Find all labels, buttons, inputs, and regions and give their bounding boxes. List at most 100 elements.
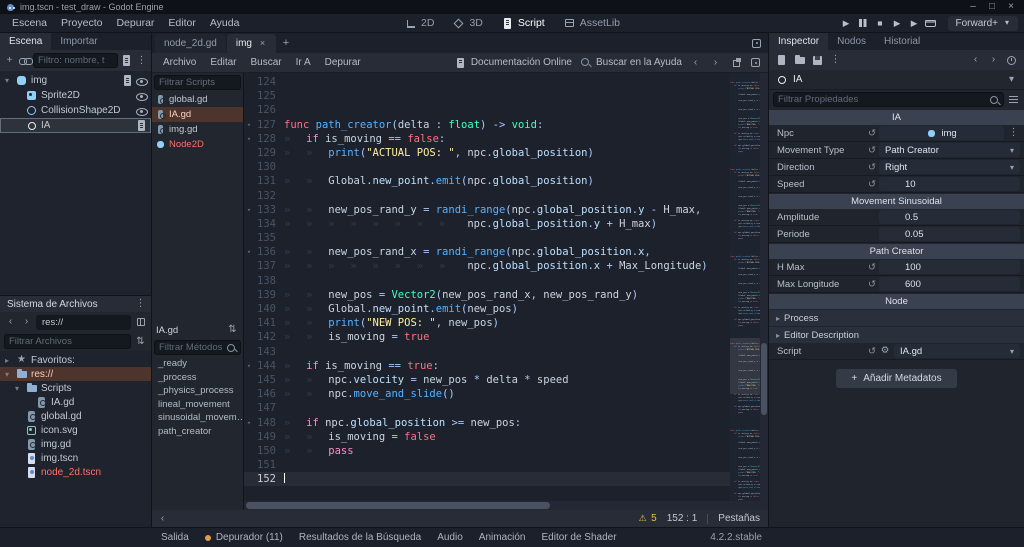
property-editor-number[interactable]: 0.5 (879, 210, 1020, 224)
revert-icon[interactable]: ↺ (865, 162, 879, 173)
code-text[interactable]: »» pass (284, 444, 730, 458)
back-icon[interactable]: ‹ (689, 56, 702, 69)
property-editor-select[interactable]: Right ▾ (879, 160, 1020, 174)
scripts-filter-input[interactable] (159, 77, 236, 88)
property-group-process[interactable]: ▸ Process (769, 310, 1024, 326)
sort-icon[interactable]: ⇅ (226, 324, 239, 337)
inspector-tab-nodos[interactable]: Nodos (828, 33, 875, 50)
sort-icon[interactable]: ⇅ (134, 335, 147, 348)
tree-item-favoritos[interactable]: ▸ ★ Favoritos: (0, 353, 151, 367)
methods-filter[interactable] (154, 339, 241, 355)
code-line-146[interactable]: 146 »» npc.move_and_slide() (244, 387, 730, 401)
vertical-scrollbar-thumb[interactable] (761, 342, 767, 415)
filesystem-filter-input[interactable] (9, 336, 126, 347)
context-2d[interactable]: 2D (395, 14, 443, 32)
property-editor-select[interactable]: Path Creator ▾ (879, 143, 1020, 157)
code-text[interactable]: » if npc.global_position >= new_pos: (284, 416, 730, 430)
code-text[interactable]: »» is_moving = false (284, 430, 730, 444)
back-icon[interactable]: ‹ (156, 512, 169, 525)
code-line-126[interactable]: 126 (244, 103, 730, 117)
back-icon[interactable]: ‹ (4, 316, 17, 329)
split-view-icon[interactable] (134, 316, 147, 329)
more-icon[interactable]: ⋮ (1007, 127, 1020, 140)
scene-tab-img[interactable]: img × (226, 34, 276, 53)
script-icon[interactable] (120, 54, 133, 67)
code-line-149[interactable]: 149 »» is_moving = false (244, 430, 730, 444)
scene-filter[interactable] (33, 53, 118, 68)
menu-ayuda[interactable]: Ayuda (203, 17, 247, 29)
code-text[interactable] (284, 160, 730, 174)
revert-icon[interactable]: ↺ (865, 128, 879, 139)
script-item-global-gd[interactable]: global.gd (152, 92, 243, 107)
revert-icon[interactable]: ↺ (865, 145, 879, 156)
code-line-133[interactable]: ▾ 133 »» new_pos_rand_y = randi_range(npc.g… (244, 203, 730, 217)
tree-item-ia[interactable]: IA (0, 118, 151, 133)
fold-toggle-icon[interactable]: ▾ (244, 416, 254, 430)
movie-icon[interactable] (924, 17, 937, 30)
bottom-tab-salida[interactable]: Salida (153, 528, 197, 547)
tree-item-icon-svg[interactable]: icon.svg (0, 423, 151, 437)
code-line-144[interactable]: ▾ 144 » if is_moving == true: (244, 359, 730, 373)
eye-icon[interactable] (135, 89, 148, 102)
inspector-tab-historial[interactable]: Historial (875, 33, 929, 50)
property-editor-node[interactable]: img (879, 126, 1004, 140)
more-icon[interactable]: ⋮ (134, 298, 147, 311)
help-link-buscar-en-la-ayuda[interactable]: Buscar en la Ayuda (579, 56, 682, 69)
code-line-136[interactable]: ▾ 136 »» new_pos_rand_x = randi_range(npc.g… (244, 245, 730, 259)
code-line-129[interactable]: 129 »» print("ACTUAL POS: ", npc.global_po… (244, 146, 730, 160)
code-text[interactable]: »» is_moving = true (284, 330, 730, 344)
float-window-icon[interactable] (729, 56, 742, 69)
code-line-138[interactable]: 138 (244, 274, 730, 288)
code-text[interactable]: »» new_pos_rand_y = randi_range(npc.globa… (284, 203, 730, 217)
code-line-143[interactable]: 143 (244, 345, 730, 359)
scripts-filter[interactable] (154, 75, 241, 90)
code-text[interactable]: »» Global.new_point.emit(new_pos) (284, 302, 730, 316)
script-icon[interactable] (135, 119, 148, 132)
new-resource-icon[interactable] (775, 54, 788, 67)
code-text[interactable]: »» new_pos = Vector2(new_pos_rand_x, new_… (284, 288, 730, 302)
code-line-147[interactable]: 147 (244, 401, 730, 415)
code-line-148[interactable]: ▾ 148 » if npc.global_position >= new_pos: (244, 416, 730, 430)
code-line-140[interactable]: 140 »» Global.new_point.emit(new_pos) (244, 302, 730, 316)
method-sinusoidal-movem[interactable]: sinusoidal_movem… (152, 411, 243, 425)
close-tab-icon[interactable]: × (258, 39, 267, 48)
context-script[interactable]: Script (492, 14, 554, 32)
horizontal-scrollbar[interactable] (244, 501, 768, 510)
script-menu-archivo[interactable]: Archivo (156, 57, 203, 68)
more-icon[interactable]: ⋮ (829, 54, 842, 67)
sliders-icon[interactable] (1007, 93, 1020, 106)
code-line-132[interactable]: 132 (244, 189, 730, 203)
forward-icon[interactable]: › (709, 56, 722, 69)
code-line-134[interactable]: 134 »»»»»»»» npc.global_position.y + H_ma… (244, 217, 730, 231)
eye-icon[interactable] (135, 104, 148, 117)
code-line-135[interactable]: 135 (244, 231, 730, 245)
expand-down-arrow-icon[interactable]: ▾ (2, 370, 12, 379)
revert-icon[interactable]: ↺ (865, 179, 879, 190)
minimap-viewport[interactable] (730, 338, 760, 395)
eye-icon[interactable] (135, 74, 148, 87)
code-text[interactable]: »» npc.move_and_slide() (284, 387, 730, 401)
script-menu-buscar[interactable]: Buscar (243, 57, 288, 68)
script-menu-depurar[interactable]: Depurar (318, 57, 368, 68)
renderer-select[interactable]: Forward+ ▾ (948, 15, 1018, 31)
add-scene-tab-button[interactable]: + (277, 37, 295, 49)
menu-editor[interactable]: Editor (161, 17, 202, 29)
close-icon[interactable]: × (1006, 2, 1016, 12)
revert-icon[interactable]: ↺ (865, 346, 879, 357)
play-custom-icon[interactable]: ▶ (907, 17, 920, 30)
code-text[interactable] (284, 189, 730, 203)
fold-toggle-icon[interactable]: ▾ (244, 245, 254, 259)
menu-depurar[interactable]: Depurar (109, 17, 161, 29)
context-3d[interactable]: 3D (443, 14, 491, 32)
load-resource-icon[interactable] (793, 54, 806, 67)
add-icon[interactable]: + (3, 54, 16, 67)
code-text[interactable]: func path_creator(delta : float) -> void… (284, 118, 730, 132)
dropdown-icon[interactable]: ▾ (1005, 73, 1018, 86)
tree-item-node-2d-tscn[interactable]: node_2d.tscn (0, 465, 151, 479)
code-text[interactable]: »» new_pos_rand_x = randi_range(npc.globa… (284, 245, 730, 259)
code-text[interactable] (284, 231, 730, 245)
expand-down-arrow-icon[interactable]: ▾ (12, 384, 22, 393)
code-line-125[interactable]: 125 (244, 89, 730, 103)
method-ready[interactable]: _ready (152, 357, 243, 371)
code-line-131[interactable]: 131 »» Global.new_point.emit(npc.global_po… (244, 174, 730, 188)
